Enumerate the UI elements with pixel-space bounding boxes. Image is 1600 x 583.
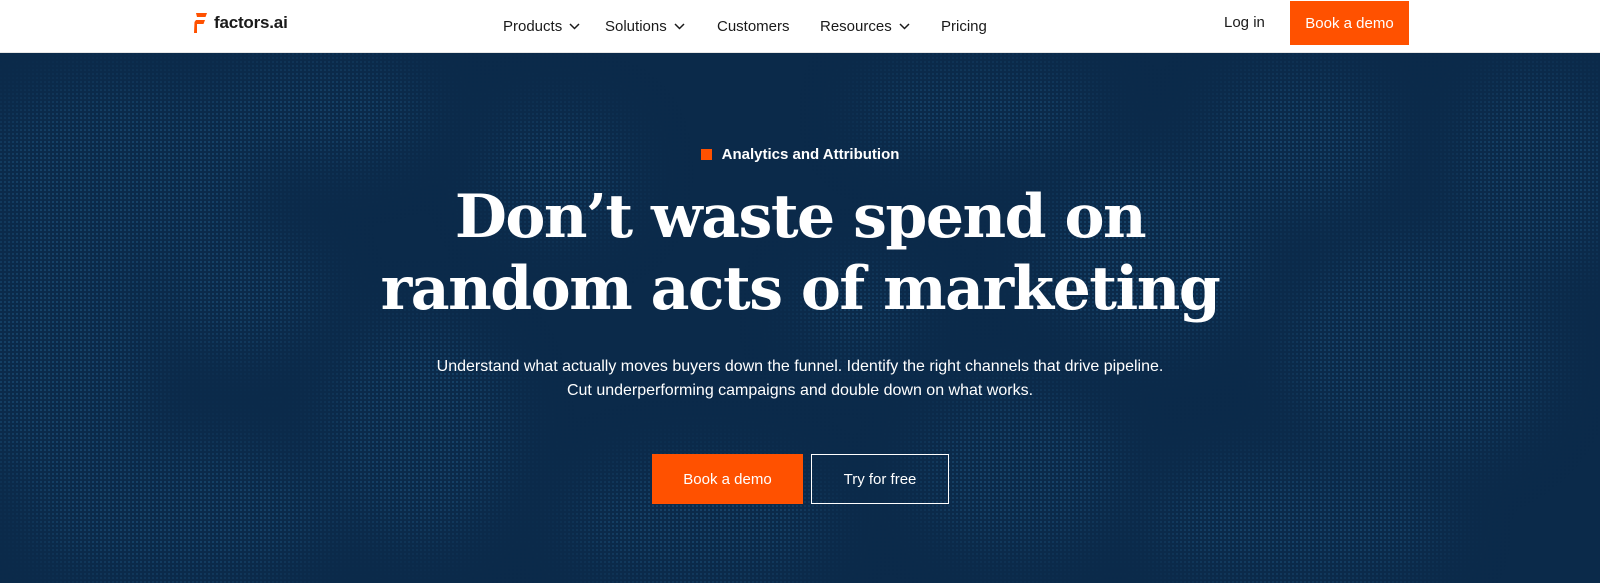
headline-line-2: random acts of marketing — [380, 254, 1221, 324]
nav-item-products[interactable]: Products — [503, 0, 580, 53]
nav-item-label: Solutions — [605, 18, 667, 35]
nav-item-customers[interactable]: Customers — [717, 0, 790, 53]
nav-item-solutions[interactable]: Solutions — [605, 0, 685, 53]
hero-eyebrow: Analytics and Attribution — [0, 146, 1600, 163]
subtext-line-1: Understand what actually moves buyers do… — [436, 358, 1164, 375]
chevron-down-icon — [899, 23, 910, 30]
header-book-demo-button[interactable]: Book a demo — [1290, 1, 1409, 45]
brand-name: factors.ai — [214, 13, 288, 32]
nav-item-label: Customers — [717, 18, 790, 35]
headline-line-1: Don’t waste spend on — [454, 182, 1147, 252]
eyebrow-label: Analytics and Attribution — [721, 146, 900, 163]
subtext-line-2: Cut underperforming campaigns and double… — [566, 382, 1034, 399]
hero-subtext: Understand what actually moves buyers do… — [0, 355, 1600, 403]
hero-headline: Don’t waste spend on random acts of mark… — [0, 181, 1600, 325]
hero-try-free-button[interactable]: Try for free — [811, 454, 949, 504]
nav-item-label: Products — [503, 18, 563, 35]
logo-link[interactable]: factors.ai — [194, 12, 288, 34]
nav-item-pricing[interactable]: Pricing — [941, 0, 987, 53]
site-header: factors.ai Products Solutions Customers … — [0, 0, 1600, 53]
nav-item-label: Pricing — [941, 18, 987, 35]
chevron-down-icon — [569, 23, 580, 30]
login-link[interactable]: Log in — [1224, 0, 1265, 45]
nav-item-resources[interactable]: Resources — [820, 0, 910, 53]
hero-section: Analytics and Attribution Don’t waste sp… — [0, 53, 1600, 583]
hero-book-demo-button[interactable]: Book a demo — [652, 454, 803, 504]
nav-item-label: Resources — [820, 18, 892, 35]
chevron-down-icon — [674, 23, 685, 30]
factors-logo-icon — [194, 13, 207, 33]
eyebrow-square-icon — [700, 149, 712, 160]
